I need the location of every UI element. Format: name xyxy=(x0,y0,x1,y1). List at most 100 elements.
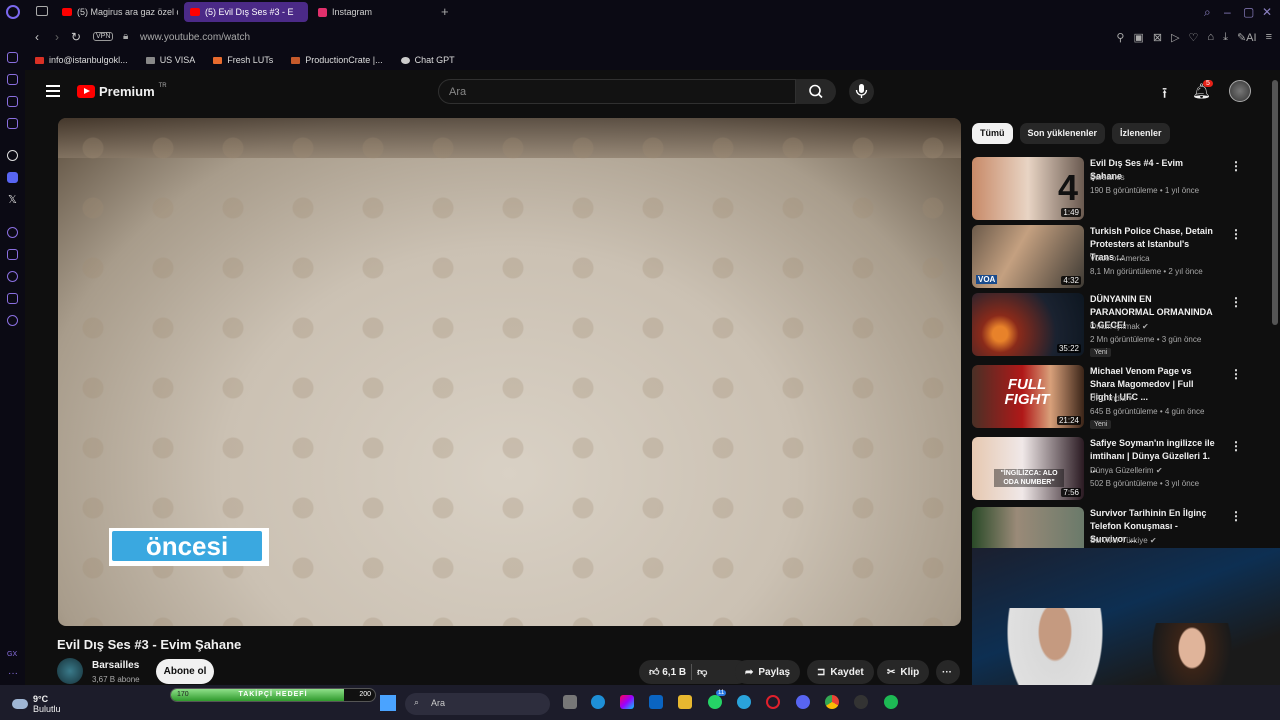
tab-magirus[interactable]: (5) Magirus ara gaz özel d xyxy=(56,2,178,22)
bookmark-fresh-luts[interactable]: Fresh LUTs xyxy=(213,55,273,65)
page-scrollbar[interactable] xyxy=(1272,80,1278,325)
new-tab-button[interactable]: + xyxy=(441,4,449,19)
youtube-logo[interactable]: Premium TR xyxy=(77,83,167,99)
minimize-icon[interactable]: – xyxy=(1224,5,1231,19)
like-button[interactable]: 👍︎ 6,1 B xyxy=(649,666,686,678)
search-button[interactable] xyxy=(796,79,836,104)
more-options-icon[interactable]: ⋮ xyxy=(1230,227,1242,241)
gx-label[interactable]: GX xyxy=(7,651,17,658)
whatsapp-icon[interactable] xyxy=(708,695,722,709)
discord-icon[interactable] xyxy=(7,172,18,183)
edge-icon[interactable] xyxy=(591,695,605,709)
more-options-icon[interactable]: ⋮ xyxy=(1230,367,1242,381)
player-icon[interactable] xyxy=(7,227,18,238)
more-options-icon[interactable]: ⋮ xyxy=(1230,295,1242,309)
x-twitter-icon[interactable]: 𝕏 xyxy=(8,193,17,206)
vpn-badge[interactable]: VPN xyxy=(93,32,114,41)
search-tabs-icon[interactable]: ⌕ xyxy=(1204,5,1211,20)
channel-name[interactable]: Barsailles xyxy=(1090,173,1125,182)
opera-gx-icon[interactable] xyxy=(766,695,780,709)
opera-logo-icon[interactable] xyxy=(6,5,20,19)
more-icon[interactable]: ··· xyxy=(8,668,18,679)
url-field[interactable]: www.youtube.com/watch xyxy=(140,32,250,43)
download-icon[interactable]: ⤓ xyxy=(1223,31,1228,44)
bookmark-chatgpt[interactable]: Chat GPT xyxy=(400,55,455,65)
lock-icon[interactable]: 🔒︎ xyxy=(123,31,128,42)
video-thumbnail[interactable]: 4 1:49 xyxy=(972,157,1084,220)
account-avatar[interactable] xyxy=(1229,80,1251,102)
tab-instagram[interactable]: Instagram xyxy=(312,2,432,22)
voice-search-button[interactable] xyxy=(849,79,874,104)
taskbar-search-input[interactable]: ⌕ Ara xyxy=(405,693,550,715)
reload-icon[interactable]: ↻ xyxy=(71,30,81,44)
channel-name[interactable]: Dünya Güzellerim ✔ xyxy=(1090,466,1163,475)
video-thumbnail[interactable]: "İNGİLİZCA: ALO ODA NUMBER" 7:56 xyxy=(972,437,1084,500)
pin-icon[interactable]: ⚲ xyxy=(1116,31,1124,44)
video-thumbnail[interactable]: FULL FIGHT 21:24 xyxy=(972,365,1084,428)
chrome-icon[interactable] xyxy=(825,695,839,709)
bookmark-productioncrate[interactable]: ProductionCrate |... xyxy=(291,55,383,65)
windows-start-icon[interactable] xyxy=(380,695,396,711)
discord-icon[interactable] xyxy=(796,695,810,709)
messenger-icon[interactable] xyxy=(7,118,18,129)
back-icon[interactable]: ‹ xyxy=(35,30,39,44)
channel-avatar[interactable] xyxy=(57,658,83,684)
list-item[interactable]: "İNGİLİZCA: ALO ODA NUMBER" 7:56 Safiye … xyxy=(972,437,1242,501)
more-options-icon[interactable]: ⋮ xyxy=(1230,509,1242,523)
subscribe-button[interactable]: Abone ol xyxy=(156,659,214,684)
forward-icon[interactable]: › xyxy=(55,30,59,44)
adblock-icon[interactable]: ⊠ xyxy=(1153,31,1162,44)
upload-icon[interactable]: ⭱ xyxy=(1162,83,1167,108)
play-icon[interactable]: ▷ xyxy=(1171,31,1179,44)
channel-name[interactable]: Survivor Türkiye ✔ xyxy=(1090,536,1157,545)
hamburger-menu-icon[interactable] xyxy=(46,85,60,97)
list-item[interactable]: FULL FIGHT 21:24 Michael Venom Page vs S… xyxy=(972,365,1242,429)
channel-name[interactable]: Orkun Işıtmak ✔ xyxy=(1090,322,1149,331)
extensions-icon[interactable] xyxy=(7,293,18,304)
share-button[interactable]: ➦ Paylaş xyxy=(735,660,801,684)
more-options-icon[interactable]: ⋮ xyxy=(1230,159,1242,173)
aria-icon[interactable] xyxy=(7,74,18,85)
more-options-icon[interactable]: ⋮ xyxy=(1230,439,1242,453)
channel-name[interactable]: UFC India ✔ xyxy=(1090,394,1135,403)
close-icon[interactable]: ✕ xyxy=(1262,5,1272,19)
file-explorer-icon[interactable] xyxy=(678,695,692,709)
settings-icon[interactable] xyxy=(7,315,18,326)
spotify-icon[interactable] xyxy=(884,695,898,709)
menu-icon[interactable]: ≡ xyxy=(1266,31,1272,44)
tab-evil-dis-ses[interactable]: (5) Evil Dış Ses #3 - E xyxy=(184,2,308,22)
wallet-icon[interactable]: ⌂ xyxy=(1207,31,1214,44)
chatgpt-icon[interactable] xyxy=(7,150,18,161)
task-view-icon[interactable] xyxy=(563,695,577,709)
video-thumbnail[interactable]: VOA 4:32 xyxy=(972,225,1084,288)
search-input[interactable]: Ara xyxy=(438,79,796,104)
video-thumbnail[interactable]: 35:22 xyxy=(972,293,1084,356)
more-actions-button[interactable]: ··· xyxy=(936,660,960,684)
obs-icon[interactable] xyxy=(854,695,868,709)
tab-islands-icon[interactable] xyxy=(36,6,48,16)
ai-button[interactable]: ✎AI xyxy=(1237,31,1257,44)
copilot-icon[interactable] xyxy=(620,695,634,709)
list-item[interactable]: VOA 4:32 Turkish Police Chase, Detain Pr… xyxy=(972,225,1242,289)
history-icon[interactable] xyxy=(7,271,18,282)
dislike-button[interactable]: 👎︎ xyxy=(697,666,707,678)
chip-all[interactable]: Tümü xyxy=(972,123,1013,144)
outlook-icon[interactable] xyxy=(649,695,663,709)
maximize-icon[interactable]: ▢ xyxy=(1243,5,1254,19)
chip-recent[interactable]: Son yüklenenler xyxy=(1019,123,1106,144)
channel-name[interactable]: Barsailles xyxy=(92,660,139,671)
telegram-icon[interactable] xyxy=(737,695,751,709)
channel-name[interactable]: Voice of America xyxy=(1090,254,1150,263)
list-item[interactable]: 35:22 DÜNYANIN EN PARANORMAL ORMANINDA 1… xyxy=(972,293,1242,357)
bookmarks-icon[interactable] xyxy=(7,249,18,260)
list-item[interactable]: 4 1:49 Evil Dış Ses #4 - Evim Şahane Bar… xyxy=(972,157,1242,221)
video-player[interactable]: öncesi xyxy=(58,118,961,626)
clip-button[interactable]: ✂ Klip xyxy=(877,660,930,684)
twitch-icon[interactable] xyxy=(7,96,18,107)
bookmark-mail[interactable]: info@istanbulgokl... xyxy=(35,55,128,65)
chip-watched[interactable]: İzlenenler xyxy=(1112,123,1170,144)
snapshot-icon[interactable]: ▣ xyxy=(1133,31,1143,44)
weather-widget[interactable]: 9°C Bulutlu xyxy=(12,694,61,714)
bookmark-us-visa[interactable]: US VISA xyxy=(145,55,195,65)
save-button[interactable]: ⊐ Kaydet xyxy=(807,660,874,684)
